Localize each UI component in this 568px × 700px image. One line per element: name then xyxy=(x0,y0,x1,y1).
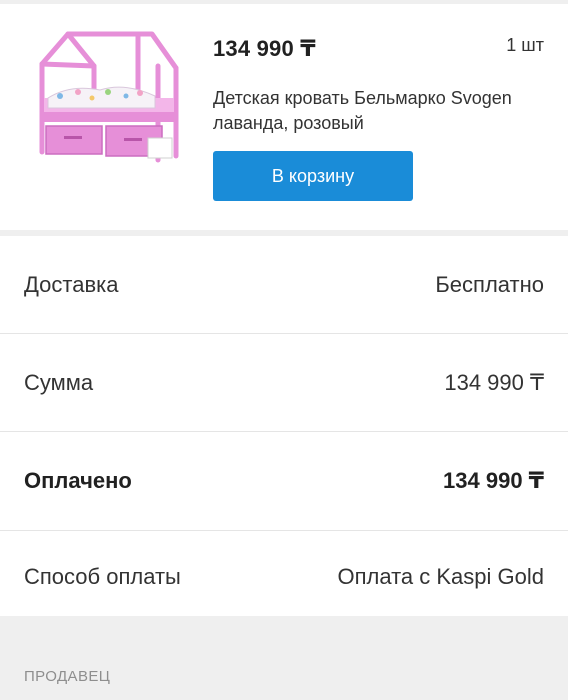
product-title[interactable]: Детская кровать Бельмарко Svogen лаванда… xyxy=(213,86,533,136)
order-details: Доставка Бесплатно Сумма 134 990 ₸ Оплач… xyxy=(0,236,568,616)
product-price: 134 990 ₸ xyxy=(213,36,316,61)
seller-section-label: ПРОДАВЕЦ xyxy=(24,668,111,685)
product-quantity: 1 шт xyxy=(506,35,544,55)
bed-house-icon xyxy=(39,31,179,163)
delivery-row: Доставка Бесплатно xyxy=(0,236,568,334)
paid-row: Оплачено 134 990 ₸ xyxy=(0,432,568,530)
product-image[interactable] xyxy=(30,26,182,176)
sum-label: Сумма xyxy=(24,370,94,395)
product-card[interactable]: 134 990 ₸ 1 шт Детская кровать Бельмарко… xyxy=(0,4,568,230)
add-to-cart-button[interactable]: В корзину xyxy=(213,151,413,201)
sum-row: Сумма 134 990 ₸ xyxy=(0,334,568,432)
sum-value: 134 990 ₸ xyxy=(444,370,544,395)
delivery-value: Бесплатно xyxy=(435,272,544,297)
payment-method-value: Оплата с Kaspi Gold xyxy=(337,564,544,589)
delivery-label: Доставка xyxy=(24,272,119,297)
payment-method-label: Способ оплаты xyxy=(24,564,181,589)
payment-method-row: Способ оплаты Оплата с Kaspi Gold xyxy=(0,528,568,626)
seller-section: ПРОДАВЕЦ xyxy=(0,616,568,700)
paid-label: Оплачено xyxy=(24,468,132,493)
paid-value: 134 990 ₸ xyxy=(443,468,544,493)
